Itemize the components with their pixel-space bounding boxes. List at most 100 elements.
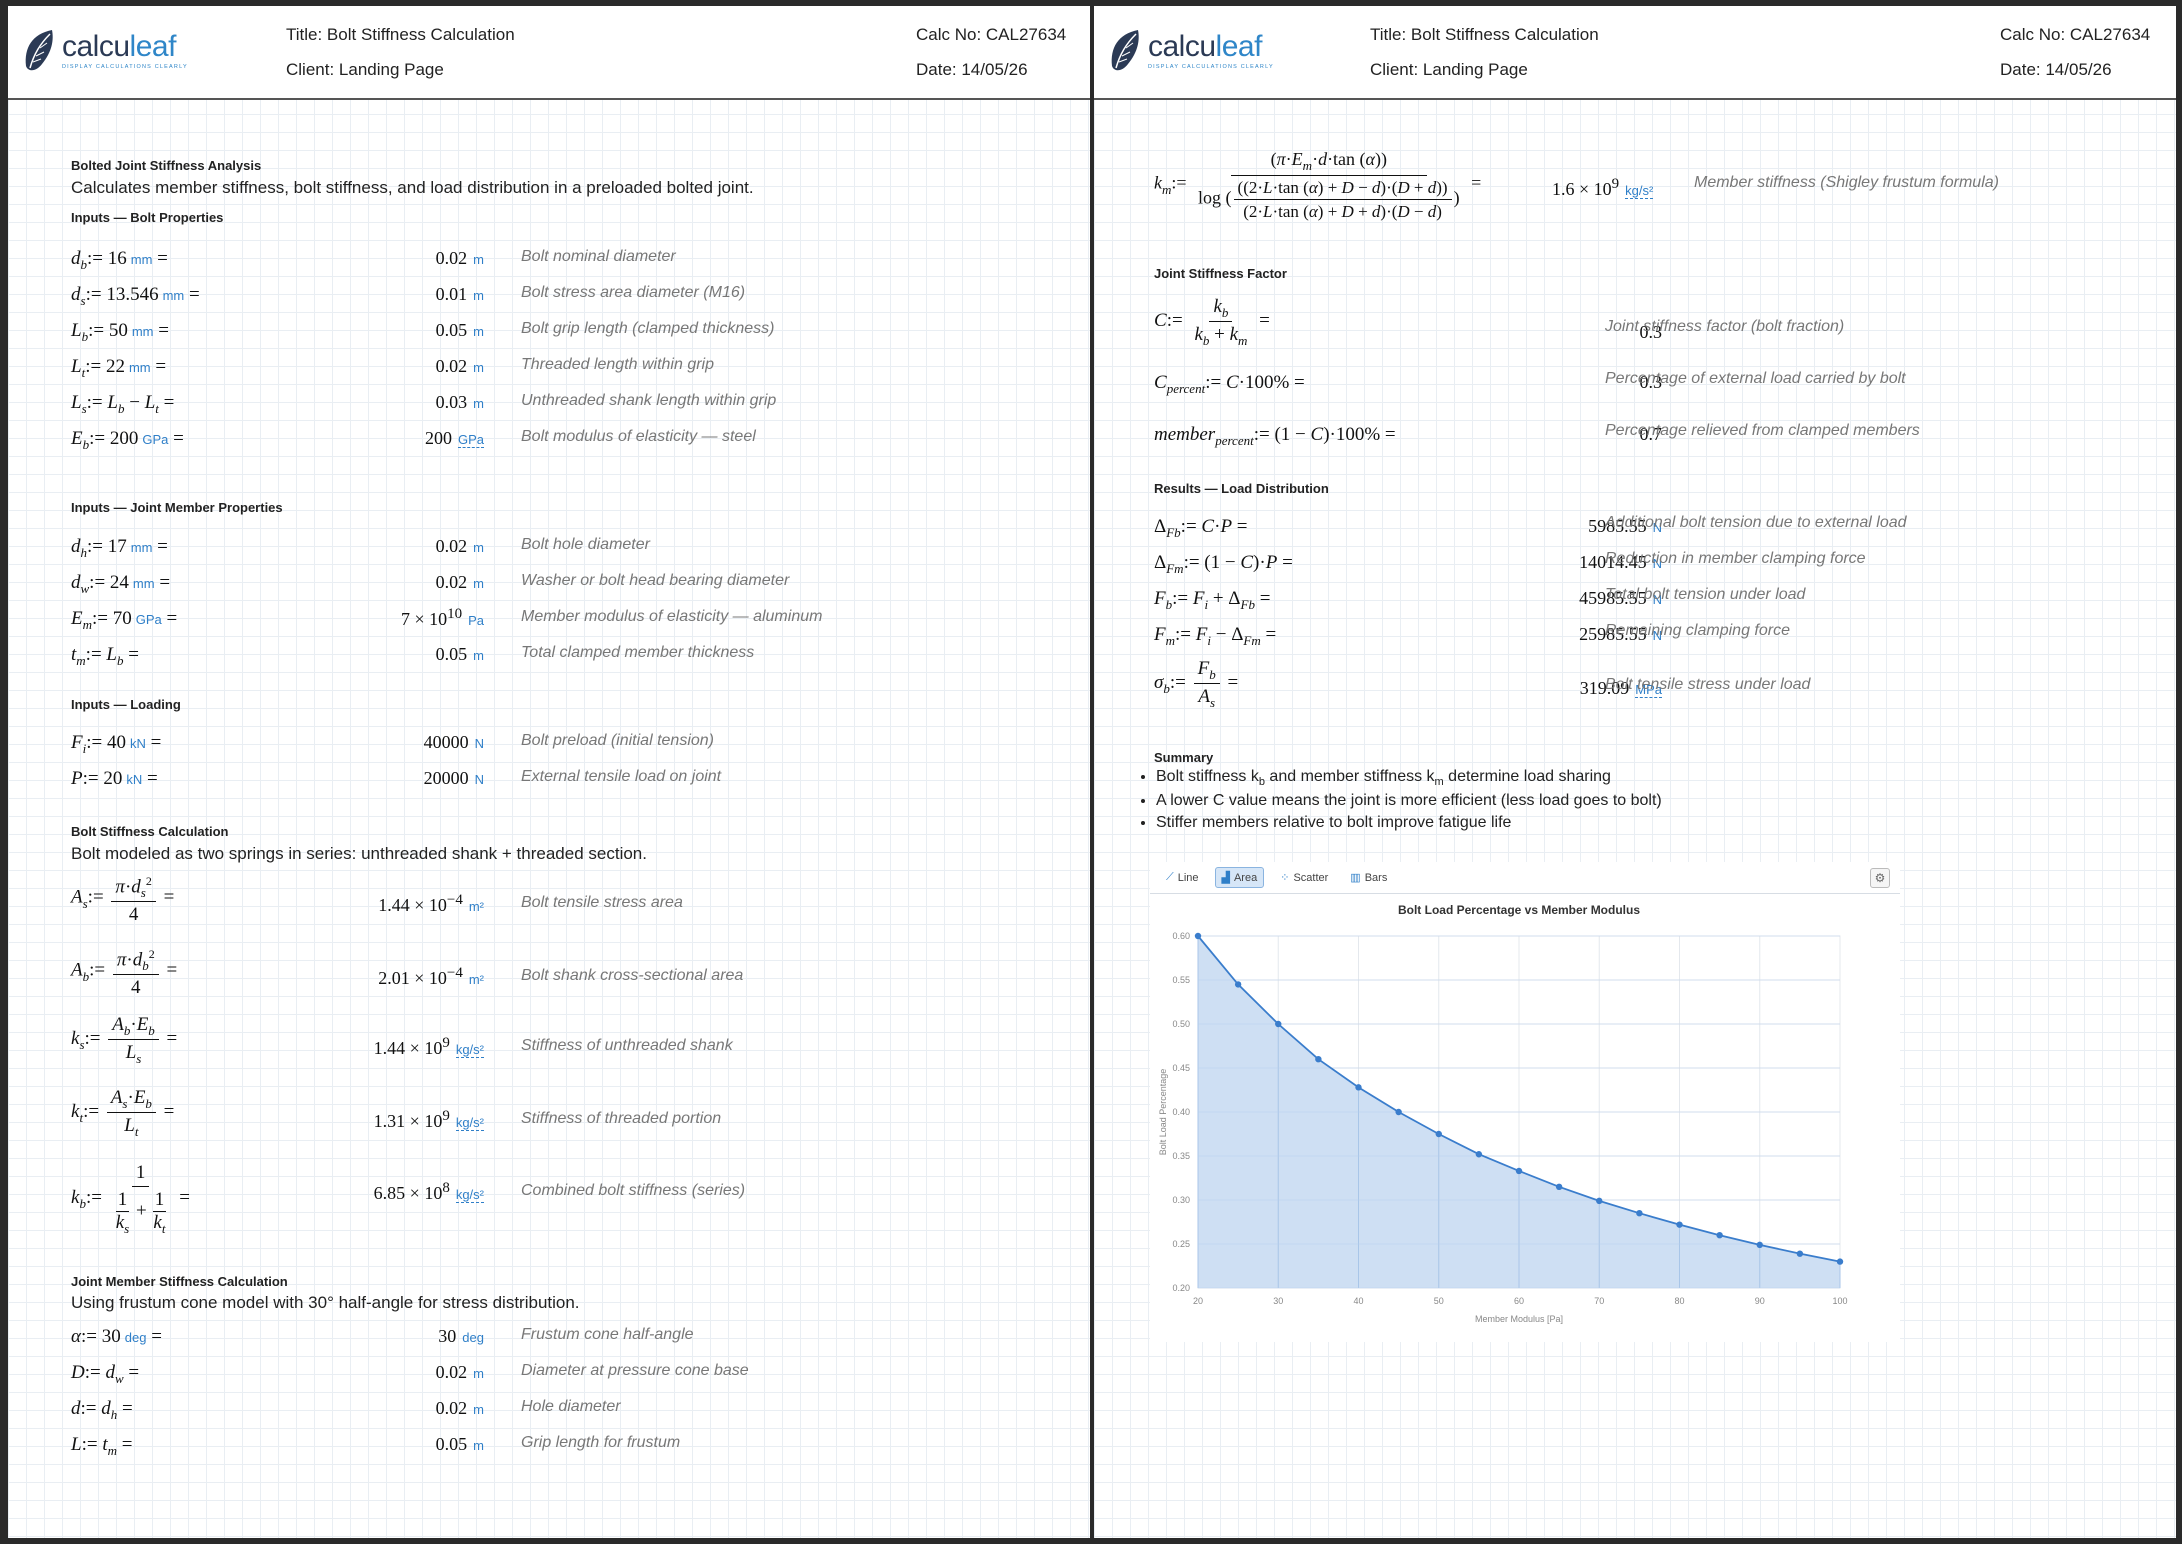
- desc-as: Bolt tensile stress area: [521, 894, 683, 911]
- eq-c: C:= kb kb + km =: [1154, 296, 1270, 348]
- val-eb: 200 GPa: [424, 428, 484, 448]
- val-d: 0.02 m: [435, 1398, 484, 1418]
- desc-c-percent: Percentage of external load carried by b…: [1605, 370, 1906, 387]
- calc-client: Client: Landing Page: [1370, 60, 1528, 79]
- calc-number: Calc No: CAL27634: [2000, 25, 2151, 44]
- desc-dh: Bolt hole diameter: [521, 536, 650, 553]
- desc-dw: Washer or bolt head bearing diameter: [521, 572, 790, 589]
- eq-lt: Lt:= 22 mm =: [71, 356, 167, 380]
- summary-item: Stiffer members relative to bolt improve…: [1156, 814, 1662, 832]
- val-fi: 40000 N: [423, 732, 484, 752]
- desc-ls: Unthreaded shank length within grip: [521, 392, 777, 409]
- calc-date: Date: 14/05/26: [916, 60, 1028, 79]
- x-tick-label: 100: [1832, 1296, 1847, 1306]
- summary-item: Bolt stiffness kb and member stiffness k…: [1156, 768, 1662, 788]
- desc-fm: Remaining clamping force: [1605, 622, 1790, 639]
- eq-lb: Lb:= 50 mm =: [71, 320, 169, 344]
- desc-lb: Bolt grip length (clamped thickness): [521, 320, 775, 337]
- data-point: [1275, 1020, 1282, 1028]
- chart-type-area-button[interactable]: ▟ Area: [1214, 867, 1265, 888]
- val-kb: 6.85 × 108 kg/s²: [373, 1180, 484, 1203]
- data-point: [1756, 1241, 1763, 1249]
- calc-page-left: calculeaf DISPLAY CALCULATIONS CLEARLY T…: [8, 6, 1090, 1538]
- x-tick-label: 70: [1594, 1296, 1604, 1306]
- chart-type-bars-button[interactable]: ▥ Bars: [1344, 868, 1393, 887]
- logo-name-b: leaf: [1215, 30, 1263, 63]
- val-alpha: 30 deg: [438, 1326, 484, 1346]
- bolt-props-title: Inputs — Bolt Properties: [71, 210, 224, 225]
- val-p: 20000 N: [423, 768, 484, 788]
- eq-d: d:= dh =: [71, 1398, 133, 1422]
- page-header: calculeaf DISPLAY CALCULATIONS CLEARLY T…: [1094, 6, 2176, 100]
- eq-fi: Fi:= 40 kN =: [71, 732, 162, 756]
- chart-panel: ⟋ Line ▟ Area ⁘ Scatter ▥ Bars ⚙ 0.20 0.25 0.3…: [1150, 862, 1900, 1342]
- desc-sigma-b: Bolt tensile stress under load: [1605, 676, 1811, 693]
- eq-D: D:= dw =: [71, 1362, 140, 1386]
- member-props-title: Inputs — Joint Member Properties: [71, 500, 283, 515]
- area-chart-icon: ▟: [1221, 872, 1230, 884]
- x-tick-label: 40: [1353, 1296, 1363, 1306]
- calc-date: Date: 14/05/26: [2000, 60, 2112, 79]
- data-point: [1355, 1084, 1362, 1091]
- calculeaf-logo: calculeaf DISPLAY CALCULATIONS CLEARLY: [1108, 28, 1274, 74]
- calc-page-right: calculeaf DISPLAY CALCULATIONS CLEARLY T…: [1094, 6, 2176, 1538]
- data-point: [1596, 1197, 1603, 1205]
- logo-name-a: calcu: [1148, 30, 1216, 63]
- summary-list: Bolt stiffness kb and member stiffness k…: [1136, 768, 1662, 836]
- logo-name-a: calcu: [62, 30, 130, 63]
- scatter-chart-icon: ⁘: [1280, 872, 1290, 884]
- y-tick-label: 0.50: [1172, 1019, 1190, 1029]
- calc-title: Title: Bolt Stiffness Calculation: [1370, 25, 1599, 44]
- desc-dfb: Additional bolt tension due to external …: [1605, 514, 1907, 531]
- val-ds: 0.01 m: [435, 284, 484, 304]
- val-dh: 0.02 m: [435, 536, 484, 556]
- chart-type-line-button[interactable]: ⟋ Line: [1160, 868, 1205, 887]
- eq-db: db:= 16 mm =: [71, 248, 168, 272]
- chart-title: Bolt Load Percentage vs Member Modulus: [1398, 903, 1640, 917]
- eq-km: km:= (π·Em·d·tan (α)) log (((2·L·tan (α) …: [1154, 149, 1482, 221]
- bar-chart-icon: ▥: [1350, 872, 1361, 884]
- desc-ab: Bolt shank cross-sectional area: [521, 967, 744, 984]
- val-tm: 0.05 m: [435, 644, 484, 664]
- x-axis-label: Member Modulus [Pa]: [1475, 1314, 1563, 1324]
- eq-kt: kt:= As·Eb Lt =: [71, 1087, 175, 1139]
- x-tick-label: 50: [1434, 1296, 1444, 1306]
- data-point: [1796, 1250, 1804, 1257]
- desc-db: Bolt nominal diameter: [521, 248, 676, 265]
- data-point: [1395, 1108, 1402, 1116]
- desc-km: Member stiffness (Shigley frustum formul…: [1694, 174, 1999, 191]
- desc-tm: Total clamped member thickness: [521, 644, 755, 661]
- loading-title: Inputs — Loading: [71, 697, 181, 712]
- desc-kt: Stiffness of threaded portion: [521, 1110, 722, 1127]
- eq-ls: Ls:= Lb − Lt =: [71, 392, 175, 416]
- desc-fb: Total bolt tension under load: [1605, 586, 1806, 603]
- chart-type-scatter-button[interactable]: ⁘ Scatter: [1274, 868, 1334, 887]
- val-dw: 0.02 m: [435, 572, 484, 592]
- logo-tagline: DISPLAY CALCULATIONS CLEARLY: [1148, 64, 1274, 70]
- y-tick-label: 0.40: [1172, 1107, 1190, 1117]
- intro-title: Bolted Joint Stiffness Analysis: [71, 158, 262, 173]
- x-tick-label: 80: [1674, 1296, 1684, 1306]
- logo-name-b: leaf: [129, 30, 177, 63]
- data-point: [1475, 1151, 1483, 1158]
- x-tick-label: 20: [1193, 1296, 1203, 1306]
- y-tick-label: 0.60: [1172, 931, 1190, 941]
- summary-item: A lower C value means the joint is more …: [1156, 792, 1662, 810]
- val-ks: 1.44 × 109 kg/s²: [373, 1035, 484, 1058]
- data-point: [1515, 1167, 1523, 1175]
- desc-p: External tensile load on joint: [521, 768, 722, 785]
- val-ls: 0.03 m: [435, 392, 484, 412]
- bolt-load-chart: 0.20 0.25 0.30 0.35 0.40 0.45 0.50 0.55 0.60 20 30…: [1158, 903, 1848, 1324]
- desc-dfm: Reduction in member clamping force: [1605, 550, 1866, 567]
- eq-sigma-b: σb:= Fb As =: [1154, 658, 1239, 710]
- desc-lt: Threaded length within grip: [521, 356, 715, 373]
- eq-ds: ds:= 13.546 mm =: [71, 284, 200, 308]
- page-header: calculeaf DISPLAY CALCULATIONS CLEARLY T…: [8, 6, 1090, 100]
- chart-toolbar: ⟋ Line ▟ Area ⁘ Scatter ▥ Bars ⚙: [1150, 862, 1900, 894]
- desc-alpha: Frustum cone half-angle: [521, 1326, 694, 1343]
- data-point: [1315, 1056, 1322, 1063]
- desc-kb: Combined bolt stiffness (series): [521, 1182, 746, 1199]
- chart-settings-gear-icon[interactable]: ⚙: [1870, 868, 1890, 888]
- eq-ab: Ab:= π·db2 4 =: [71, 943, 177, 999]
- eq-fm: Fm:= Fi − ΔFm =: [1154, 624, 1277, 648]
